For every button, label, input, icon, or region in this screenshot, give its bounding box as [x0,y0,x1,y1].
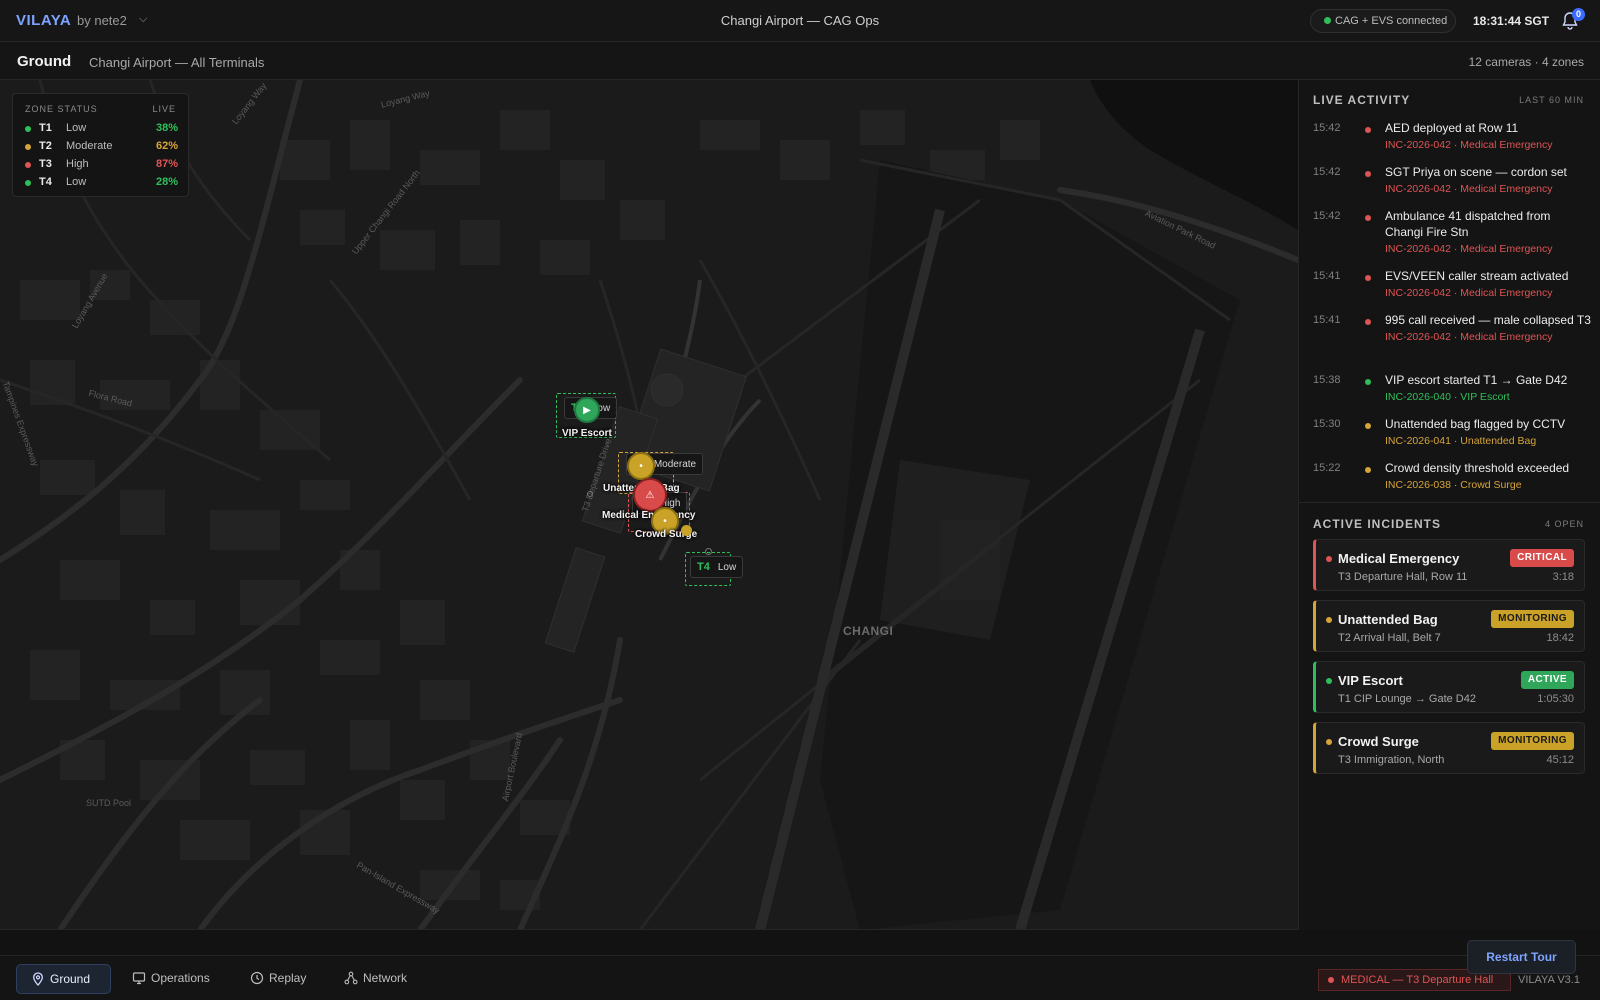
status-dot-icon [1365,379,1371,385]
zone-row-t3[interactable]: T3 High 87% [25,157,178,173]
zone-row-t1[interactable]: T1 Low 38% [25,121,178,137]
warning-icon: ⚠ [645,489,655,501]
status-dot-icon [1326,556,1332,562]
status-dot-icon [1365,215,1371,221]
camera-dot-icon[interactable] [705,548,712,555]
status-dot-icon [25,162,31,168]
status-dot-icon [1365,423,1371,429]
alert-dot-icon [1328,977,1334,983]
area-label: CHANGI [843,624,894,638]
status-dot-icon [1365,275,1371,281]
crowd-marker-small[interactable] [681,525,692,536]
street-label: SUTD Pool [86,798,132,808]
live-activity-title: LIVE ACTIVITY [1313,93,1411,107]
version-label: VILAYA V3.1 [1518,974,1580,986]
marker-label: Medical Emergency [602,510,696,521]
brand-logo[interactable]: VILAYA [16,12,71,29]
clock: 18:31:44 SGT [1473,14,1550,28]
elapsed-time: 3:18 [1552,571,1574,583]
live-activity-range: LAST 60 MIN [1519,95,1584,105]
vip-escort-marker[interactable]: ▶ [574,397,600,423]
dot-icon: • [639,460,643,472]
dot-icon: • [663,515,667,527]
nav-ground[interactable]: Ground [16,964,111,994]
brand-org[interactable]: by nete2 [77,13,127,28]
connection-status: CAG + EVS connected [1310,9,1456,33]
nav-network[interactable]: Network [330,964,425,994]
open-count: 4 OPEN [1544,519,1584,529]
location-label: Changi Airport — All Terminals [89,55,265,70]
sub-header: Ground Changi Airport — All Terminals 12… [0,42,1600,80]
camera-zone-counts: 12 cameras · 4 zones [1468,55,1584,69]
monitor-icon [132,972,146,985]
activity-item[interactable]: 15:41 995 call received — male collapsed… [1313,312,1591,368]
zone-status-title: ZONE STATUS [25,104,98,114]
zone-tag-t4[interactable]: T4 Low [690,556,744,578]
bottom-bar: Ground Operations Replay Network MEDICAL… [0,955,1600,1000]
nav-operations[interactable]: Operations [118,964,228,994]
incident-card-medical[interactable]: Medical Emergency T3 Departure Hall, Row… [1313,539,1585,591]
status-badge: ACTIVE [1520,671,1574,689]
status-dot-icon [1365,127,1371,133]
zone-row-t4[interactable]: T4 Low 28% [25,175,178,191]
status-dot-icon [25,144,31,150]
activity-item[interactable]: 15:41 EVS/VEEN caller stream activated IN… [1313,268,1585,308]
page-title: Ground [17,53,72,70]
zone-status-card: ZONE STATUS LIVE T1 Low 38% T2 Moderate … [12,93,189,197]
status-dot-icon [1326,678,1332,684]
elapsed-time: 1:05:30 [1537,693,1574,705]
live-label: LIVE [152,104,176,114]
elapsed-time: 45:12 [1546,754,1574,766]
top-bar: VILAYA by nete2 ⌵ Changi Airport — CAG O… [0,0,1600,42]
activity-item[interactable]: 15:42 Ambulance 41 dispatched from Chang… [1313,208,1585,264]
status-badge: CRITICAL [1510,549,1574,567]
right-panel: LIVE ACTIVITY LAST 60 MIN 15:42 AED depl… [1298,80,1600,930]
nav-replay[interactable]: Replay [236,964,321,994]
clock-icon [250,971,264,985]
camera-dot-icon[interactable] [587,491,593,497]
marker-label: VIP Escort [562,428,612,439]
play-icon: ▶ [583,404,591,416]
activity-item[interactable]: 15:30 Unattended bag flagged by CCTV INC-… [1313,416,1585,456]
status-dot-icon [1326,617,1332,623]
chevron-down-icon[interactable]: ⌵ [139,13,147,26]
active-incidents-title: ACTIVE INCIDENTS [1313,517,1442,531]
activity-item[interactable]: 15:42 SGT Priya on scene — cordon set INC… [1313,164,1585,204]
zone-row-t2[interactable]: T2 Moderate 62% [25,139,178,155]
activity-item[interactable]: 15:22 Crowd density threshold exceeded IN… [1313,460,1585,500]
incident-card-vip[interactable]: VIP Escort T1 CIP Lounge → Gate D42 ACTI… [1313,661,1585,713]
divider [1299,502,1600,503]
notification-badge: 0 [1572,8,1585,21]
status-dot-icon [1324,17,1331,24]
activity-item[interactable]: 15:42 AED deployed at Row 11 INC-2026-042… [1313,120,1585,160]
incident-card-bag[interactable]: Unattended Bag T2 Arrival Hall, Belt 7 M… [1313,600,1585,652]
pin-icon [33,972,43,986]
unattended-bag-marker[interactable]: • [627,452,655,480]
status-dot-icon [1326,739,1332,745]
status-badge: MONITORING [1491,732,1574,750]
status-dot-icon [1365,319,1371,325]
status-dot-icon [1365,467,1371,473]
network-icon [344,971,358,985]
restart-tour-button[interactable]: Restart Tour [1467,940,1576,974]
activity-item[interactable]: 15:38 VIP escort started T1 → Gate D42 IN… [1313,372,1585,412]
status-badge: MONITORING [1491,610,1574,628]
elapsed-time: 18:42 [1546,632,1574,644]
ground-map[interactable]: Loyang Way Loyang Way Upper Changi Road … [0,80,1298,930]
status-dot-icon [25,180,31,186]
status-dot-icon [1365,171,1371,177]
incident-card-crowd[interactable]: Crowd Surge T3 Immigration, North MONITO… [1313,722,1585,774]
status-dot-icon [25,126,31,132]
notifications-button[interactable]: 0 [1562,8,1585,32]
